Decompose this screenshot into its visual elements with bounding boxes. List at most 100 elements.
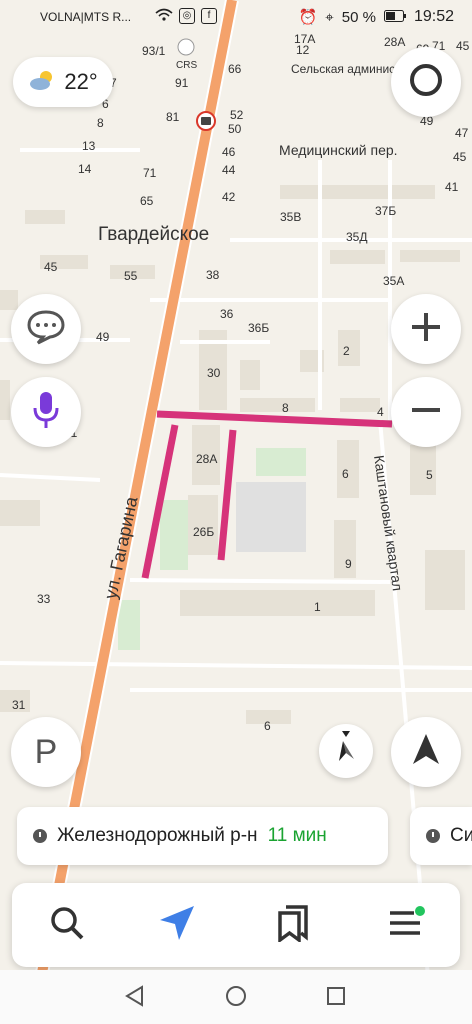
clock-time: 19:52 xyxy=(413,8,454,25)
system-nav-bar xyxy=(0,970,472,1024)
status-icons: ◎ f xyxy=(155,8,217,25)
svg-text:52: 52 xyxy=(230,108,244,122)
zoom-out-button[interactable] xyxy=(391,377,461,447)
alarm-icon: ⏰ xyxy=(298,9,318,26)
map-canvas[interactable]: 93/1 91 81 66 52 50 46 44 42 71 65 55 45… xyxy=(0,0,472,1024)
home-circle-icon xyxy=(225,985,247,1012)
svg-text:1: 1 xyxy=(314,600,321,614)
route-card-secondary[interactable]: Си xyxy=(410,807,472,865)
svg-text:14: 14 xyxy=(78,162,92,176)
route-destination-secondary: Си xyxy=(450,825,472,846)
back-button[interactable] xyxy=(123,984,147,1012)
svg-text:46: 46 xyxy=(222,145,236,159)
my-location-button[interactable] xyxy=(391,717,461,787)
notification-icon: ◎ xyxy=(179,8,195,24)
svg-text:38: 38 xyxy=(206,268,220,282)
svg-text:13: 13 xyxy=(82,139,96,153)
svg-text:35Д: 35Д xyxy=(346,230,367,244)
svg-text:50: 50 xyxy=(228,122,242,136)
chat-bubble-icon xyxy=(26,309,66,350)
navigation-arrow-up-icon xyxy=(411,732,441,773)
svg-text:35В: 35В xyxy=(280,210,301,224)
svg-text:42: 42 xyxy=(222,190,236,204)
svg-text:44: 44 xyxy=(222,163,236,177)
search-icon xyxy=(49,905,85,946)
back-triangle-icon xyxy=(124,984,146,1012)
navigator-button[interactable] xyxy=(149,897,205,953)
locality-label: Гвардейское xyxy=(98,224,209,245)
clock-icon xyxy=(426,829,440,843)
svg-text:66: 66 xyxy=(228,62,242,76)
microphone-icon xyxy=(31,390,61,435)
menu-icon xyxy=(387,905,425,946)
svg-text:5: 5 xyxy=(426,468,433,482)
svg-text:45: 45 xyxy=(456,39,470,53)
svg-text:26Б: 26Б xyxy=(193,525,214,539)
svg-text:37Б: 37Б xyxy=(375,204,396,218)
carrier-label: VOLNA|MTS R... xyxy=(40,10,132,24)
chat-button[interactable] xyxy=(11,294,81,364)
svg-text:31: 31 xyxy=(12,698,26,712)
recents-square-icon xyxy=(325,985,347,1012)
parking-label: P xyxy=(34,732,58,771)
svg-text:71: 71 xyxy=(143,166,157,180)
svg-text:36Б: 36Б xyxy=(248,321,269,335)
minus-icon xyxy=(408,392,444,433)
compass-button[interactable] xyxy=(319,724,373,778)
partly-cloudy-icon xyxy=(28,69,58,96)
parking-button[interactable]: P xyxy=(11,717,81,787)
svg-text:4: 4 xyxy=(377,405,384,419)
svg-text:65: 65 xyxy=(140,194,154,208)
svg-text:28А: 28А xyxy=(384,35,405,49)
svg-text:6: 6 xyxy=(342,467,349,481)
navigation-arrow-icon xyxy=(158,904,196,947)
svg-text:91: 91 xyxy=(175,76,189,90)
route-card[interactable]: Железнодорожный р-н 11 мин xyxy=(17,807,388,865)
svg-text:55: 55 xyxy=(124,269,138,283)
svg-text:28А: 28А xyxy=(196,452,217,466)
weather-widget[interactable]: 22° xyxy=(13,57,113,107)
layers-button[interactable] xyxy=(391,47,461,117)
svg-text:81: 81 xyxy=(166,110,180,124)
zoom-in-button[interactable] xyxy=(391,294,461,364)
route-eta: 11 мин xyxy=(267,825,327,846)
svg-text:93/1: 93/1 xyxy=(142,44,166,58)
location-icon: ⌖ xyxy=(325,8,334,26)
home-button[interactable] xyxy=(224,985,248,1012)
svg-text:36: 36 xyxy=(220,307,234,321)
svg-text:49: 49 xyxy=(96,330,110,344)
svg-text:35А: 35А xyxy=(383,274,404,288)
svg-text:41: 41 xyxy=(445,180,459,194)
svg-text:30: 30 xyxy=(207,366,221,380)
recents-button[interactable] xyxy=(324,986,348,1010)
svg-text:12: 12 xyxy=(296,43,310,57)
battery-percent: 50 % xyxy=(341,8,376,26)
compass-icon xyxy=(331,729,361,774)
svg-text:45: 45 xyxy=(453,150,467,164)
status-bar: VOLNA|MTS R... ◎ f ⏰ ⌖ 50 % 19:52 xyxy=(0,0,472,36)
svg-text:CRS: CRS xyxy=(176,60,197,71)
svg-text:45: 45 xyxy=(44,260,58,274)
wifi-icon xyxy=(155,8,173,25)
svg-text:9: 9 xyxy=(345,557,352,571)
temperature-label: 22° xyxy=(64,69,98,94)
search-button[interactable] xyxy=(39,897,95,953)
plus-icon xyxy=(408,309,444,350)
svg-text:8: 8 xyxy=(282,401,289,415)
svg-text:33: 33 xyxy=(37,592,51,606)
voice-search-button[interactable] xyxy=(11,377,81,447)
menu-button[interactable] xyxy=(378,897,434,953)
clock-icon xyxy=(33,829,47,843)
bottom-toolbar xyxy=(12,883,460,967)
route-destination: Железнодорожный р-н xyxy=(57,825,258,846)
bookmarks-button[interactable] xyxy=(265,897,321,953)
svg-text:6: 6 xyxy=(264,719,271,733)
status-right: ⏰ ⌖ 50 % 19:52 xyxy=(299,8,454,26)
alice-icon xyxy=(408,62,444,103)
facebook-icon: f xyxy=(201,8,217,24)
svg-text:8: 8 xyxy=(97,116,104,130)
bookmarks-icon xyxy=(275,904,311,947)
svg-text:47: 47 xyxy=(455,126,469,140)
medical-lane-label: Медицинский пер. xyxy=(279,142,398,158)
svg-text:2: 2 xyxy=(343,344,350,358)
